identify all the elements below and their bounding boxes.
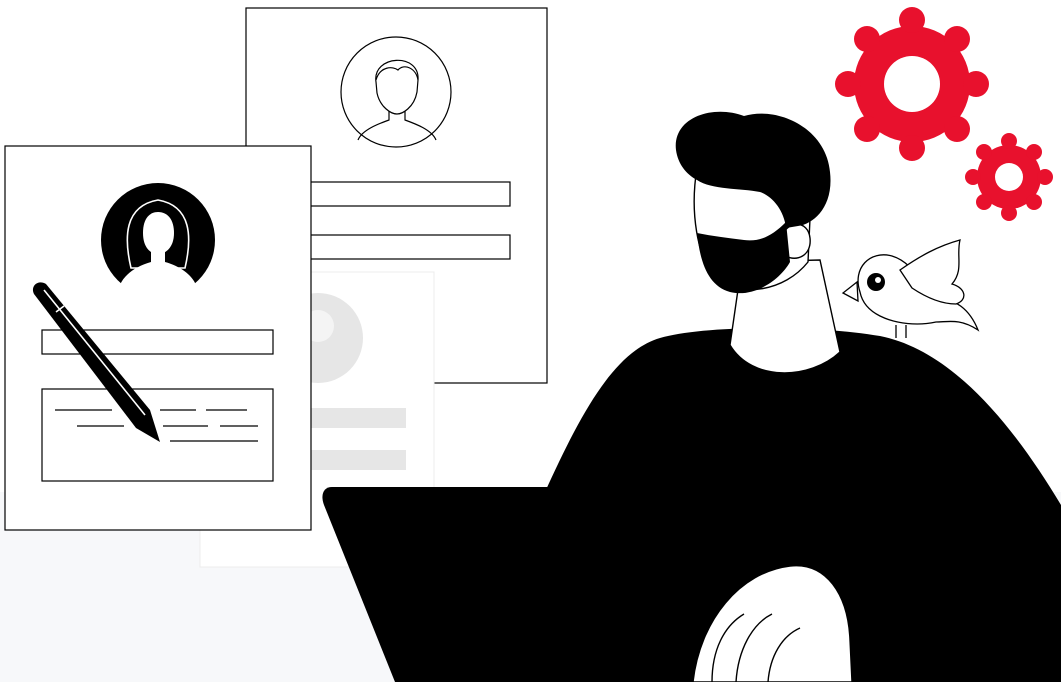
large-gear-icon	[835, 7, 989, 161]
back-resume-field-2	[299, 234, 511, 260]
male-avatar-icon	[340, 36, 452, 148]
back-resume-field-1	[299, 181, 511, 207]
recruitment-illustration	[4, 7, 1061, 682]
front-resume-document	[4, 145, 312, 531]
small-gear-icon	[965, 133, 1053, 221]
bird-icon	[841, 239, 980, 338]
